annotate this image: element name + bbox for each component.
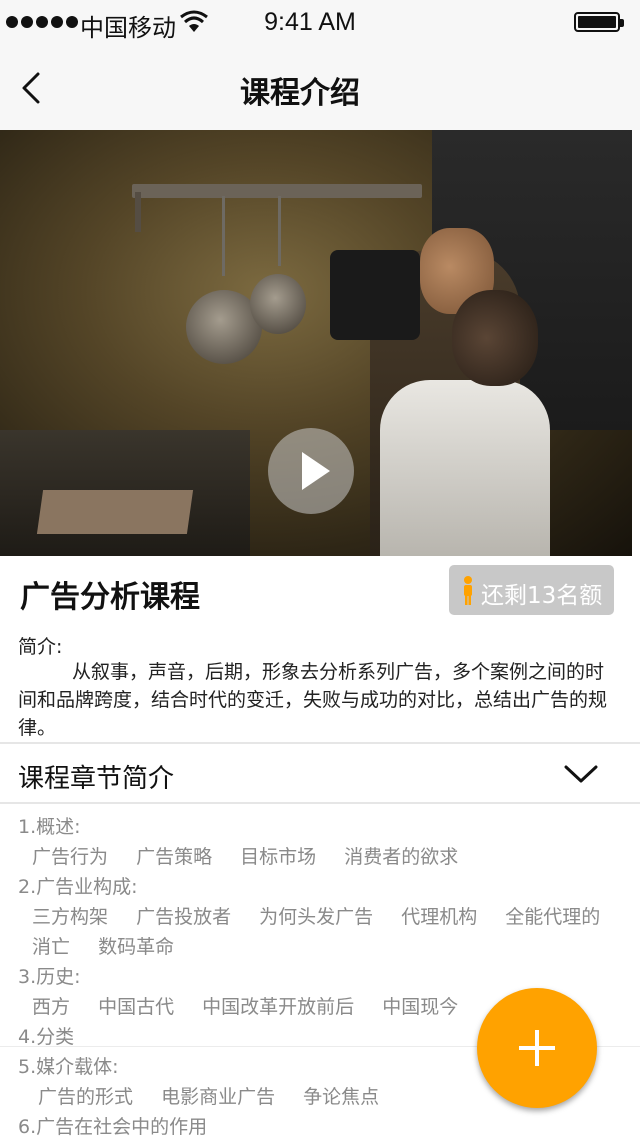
- intro-text: 从叙事，声音，后期，形象去分析系列广告，多个案例之间的时间和品牌跨度，结合时代的…: [18, 661, 608, 739]
- chapter-topic: 中国现今: [382, 996, 459, 1018]
- video-player[interactable]: [0, 130, 632, 556]
- video-shelf-post: [135, 192, 141, 232]
- play-button[interactable]: [268, 428, 354, 514]
- video-box: [36, 490, 194, 534]
- chapter-section-title: 课程章节简介: [18, 764, 175, 794]
- video-camera: [330, 250, 420, 340]
- plus-icon: [535, 1030, 539, 1066]
- chapter-topic: 消费者的欲求: [344, 846, 459, 868]
- chapter-topic: 代理机构: [401, 906, 478, 928]
- chapter-topic: 三方构架: [32, 906, 109, 928]
- chapter-topic: 广告的形式: [38, 1086, 134, 1108]
- chapter-topic: 争论焦点: [303, 1086, 380, 1108]
- quota-badge: 还剩13名额: [449, 565, 614, 615]
- status-bar: 中国移动 9:41 AM: [0, 0, 640, 44]
- chapter-topic: 广告行为: [32, 846, 109, 868]
- video-hook: [222, 196, 225, 276]
- chapter-topic: 数码革命: [98, 936, 175, 958]
- chapter-topic: 全能代理的: [505, 906, 601, 928]
- chapter-title: 2.广告业构成:: [18, 876, 138, 898]
- video-shelf: [132, 184, 422, 198]
- chapter-topic: 电影商业广告: [161, 1086, 276, 1108]
- video-pan: [250, 274, 306, 334]
- video-person: [380, 380, 550, 556]
- quota-label: 还剩13名额: [481, 583, 603, 609]
- battery-icon: [574, 12, 624, 32]
- chapter-topic: 西方: [32, 996, 71, 1018]
- video-person-head: [452, 290, 538, 386]
- chevron-down-icon: [564, 765, 598, 783]
- status-time: 9:41 AM: [264, 8, 356, 36]
- chapter-section-toggle[interactable]: 课程章节简介: [0, 746, 640, 802]
- page-title: 课程介绍: [240, 76, 360, 111]
- chapter-topic: 消亡: [32, 936, 71, 958]
- add-button[interactable]: [477, 988, 597, 1108]
- chapter-title: 3.历史:: [18, 966, 81, 988]
- chapter-topic: 中国古代: [98, 996, 175, 1018]
- divider: [0, 802, 640, 804]
- chapter-topic: 广告投放者: [136, 906, 232, 928]
- chapter-topics: 消亡 数码革命: [18, 932, 618, 962]
- chapter-topic: 中国改革开放前后: [202, 996, 355, 1018]
- chapter-topic: 广告策略: [136, 846, 213, 868]
- divider: [0, 742, 640, 744]
- course-title: 广告分析课程: [20, 580, 200, 615]
- person-icon: [464, 576, 472, 605]
- navigation-bar: 课程介绍: [0, 44, 640, 130]
- chapter-topic: 目标市场: [240, 846, 317, 868]
- chapter-topic: 为何头发广告: [259, 906, 374, 928]
- intro-label: 简介:: [18, 636, 63, 658]
- video-hook: [278, 196, 281, 266]
- chapter-title: 6.广告在社会中的作用: [18, 1116, 208, 1136]
- chapter-topics: 三方构架 广告投放者 为何头发广告 代理机构 全能代理的: [18, 902, 618, 932]
- chapter-title: 1.概述:: [18, 816, 81, 838]
- chapter-topics: 广告行为 广告策略 目标市场 消费者的欲求: [18, 842, 618, 872]
